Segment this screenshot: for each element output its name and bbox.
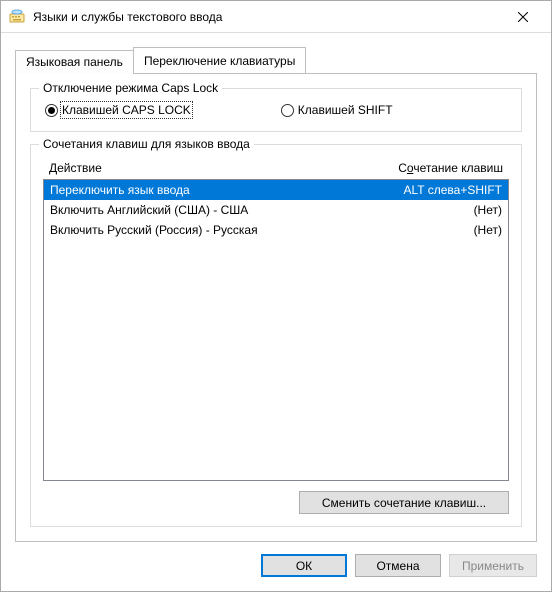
header-combo: Сочетание клавиш bbox=[398, 161, 503, 175]
tab-strip: Языковая панель Переключение клавиатуры bbox=[15, 47, 537, 73]
close-button[interactable] bbox=[503, 1, 543, 32]
keyboard-icon bbox=[9, 9, 25, 25]
content-area: Языковая панель Переключение клавиатуры … bbox=[1, 33, 551, 542]
radio-label: Клавишей SHIFT bbox=[298, 103, 393, 117]
dialog-footer: ОК Отмена Применить bbox=[1, 542, 551, 591]
change-button-row: Сменить сочетание клавиш... bbox=[43, 491, 509, 514]
hotkeys-legend: Сочетания клавиш для языков ввода bbox=[39, 137, 254, 151]
capslock-radio-row: Клавишей CAPS LOCK Клавишей SHIFT bbox=[43, 101, 509, 119]
list-item[interactable]: Включить Английский (США) - США (Нет) bbox=[44, 200, 508, 220]
list-item[interactable]: Включить Русский (Россия) - Русская (Нет… bbox=[44, 220, 508, 240]
capslock-legend: Отключение режима Caps Lock bbox=[39, 81, 222, 95]
list-item-combo: (Нет) bbox=[474, 203, 502, 217]
capslock-groupbox: Отключение режима Caps Lock Клавишей CAP… bbox=[30, 88, 522, 132]
list-item[interactable]: Переключить язык ввода ALT слева+SHIFT bbox=[44, 180, 508, 200]
list-item-combo: ALT слева+SHIFT bbox=[404, 183, 503, 197]
dialog-window: Языки и службы текстового ввода Языковая… bbox=[0, 0, 552, 592]
tab-panel: Отключение режима Caps Lock Клавишей CAP… bbox=[15, 73, 537, 542]
apply-button[interactable]: Применить bbox=[449, 554, 537, 577]
radio-capslock-key[interactable]: Клавишей CAPS LOCK bbox=[45, 103, 191, 117]
list-item-action: Включить Английский (США) - США bbox=[50, 203, 474, 217]
radio-icon bbox=[281, 104, 294, 117]
list-item-action: Включить Русский (Россия) - Русская bbox=[50, 223, 474, 237]
hotkeys-groupbox: Сочетания клавиш для языков ввода Действ… bbox=[30, 144, 522, 527]
ok-button[interactable]: ОК bbox=[261, 554, 347, 577]
titlebar: Языки и службы текстового ввода bbox=[1, 1, 551, 33]
window-title: Языки и службы текстового ввода bbox=[33, 10, 503, 24]
change-hotkey-button[interactable]: Сменить сочетание клавиш... bbox=[299, 491, 509, 514]
list-item-action: Переключить язык ввода bbox=[50, 183, 404, 197]
tab-keyboard-switching[interactable]: Переключение клавиатуры bbox=[133, 47, 306, 73]
radio-shift-key[interactable]: Клавишей SHIFT bbox=[281, 103, 393, 117]
tab-language-panel[interactable]: Языковая панель bbox=[15, 50, 134, 74]
cancel-button[interactable]: Отмена bbox=[355, 554, 441, 577]
list-item-combo: (Нет) bbox=[474, 223, 502, 237]
radio-icon bbox=[45, 104, 58, 117]
hotkeys-listbox[interactable]: Переключить язык ввода ALT слева+SHIFT В… bbox=[43, 179, 509, 481]
radio-label: Клавишей CAPS LOCK bbox=[62, 103, 191, 117]
header-action: Действие bbox=[49, 161, 398, 175]
list-header: Действие Сочетание клавиш bbox=[43, 157, 509, 179]
